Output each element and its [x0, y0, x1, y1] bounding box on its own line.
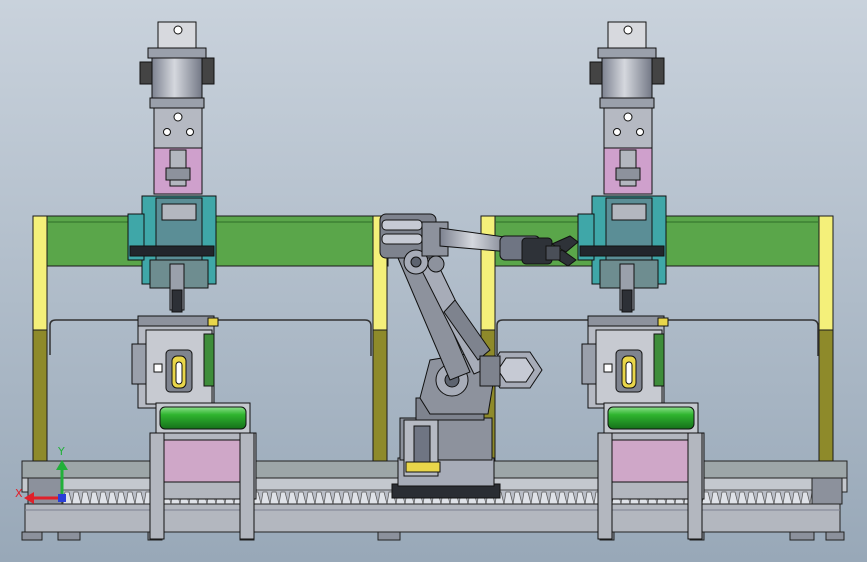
assembly-drawing: Y X	[0, 0, 867, 562]
left-grey-block	[153, 107, 203, 149]
x-axis-label: X	[15, 487, 23, 500]
z-axis-marker	[58, 494, 66, 502]
right-pink-block	[603, 147, 653, 195]
robot-motor	[479, 351, 543, 389]
left-gripper-head	[131, 315, 219, 409]
right-grey-block	[603, 107, 653, 149]
left-pink-block	[153, 147, 203, 195]
right-gripper-head	[581, 315, 669, 409]
cad-viewport[interactable]: Y X	[0, 0, 867, 562]
y-axis-label: Y	[57, 445, 65, 458]
